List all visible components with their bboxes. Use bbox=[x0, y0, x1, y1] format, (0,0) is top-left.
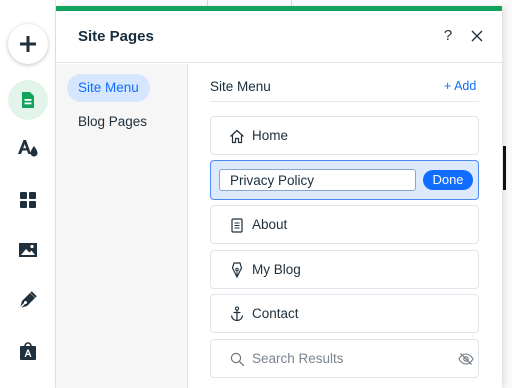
close-icon bbox=[471, 30, 483, 42]
blog-pen-icon bbox=[229, 262, 245, 278]
page-item-my-blog[interactable]: My Blog bbox=[210, 250, 479, 289]
done-button[interactable]: Done bbox=[423, 170, 473, 190]
add-apps-button[interactable] bbox=[8, 180, 48, 220]
hidden-from-menu-icon[interactable] bbox=[458, 352, 474, 366]
page-item-label: My Blog bbox=[252, 262, 301, 277]
store-icon bbox=[19, 341, 37, 361]
panel-header: Site Pages ? bbox=[56, 11, 502, 63]
add-icon bbox=[19, 35, 37, 53]
media-icon bbox=[18, 242, 38, 258]
site-design-button[interactable] bbox=[8, 128, 48, 168]
home-icon bbox=[229, 128, 245, 144]
page-item-about[interactable]: About bbox=[210, 205, 479, 244]
store-button[interactable] bbox=[8, 331, 48, 371]
panel-tabs: Site Menu Blog Pages bbox=[56, 64, 188, 388]
page-item-search-results[interactable]: Search Results bbox=[210, 339, 479, 378]
site-menu-content: Site Menu + Add Home Done About My Blog bbox=[189, 64, 502, 388]
design-icon bbox=[17, 138, 39, 158]
blog-button[interactable] bbox=[8, 280, 48, 320]
rename-page-input[interactable] bbox=[219, 169, 416, 191]
panel-title: Site Pages bbox=[78, 28, 154, 45]
apps-icon bbox=[19, 191, 37, 209]
pages-menu-button[interactable] bbox=[8, 80, 48, 120]
search-icon bbox=[229, 351, 245, 367]
page-icon bbox=[229, 217, 245, 233]
editor-canvas[interactable] bbox=[502, 0, 512, 388]
left-rail bbox=[0, 0, 56, 388]
page-item-home[interactable]: Home bbox=[210, 116, 479, 155]
site-pages-panel: Site Pages ? Site Menu Blog Pages Site M… bbox=[56, 6, 502, 388]
page-item-label: Contact bbox=[252, 306, 299, 321]
page-item-label: About bbox=[252, 217, 288, 232]
anchor-icon bbox=[229, 306, 245, 322]
canvas-element[interactable] bbox=[503, 146, 512, 190]
page-item-privacy-policy[interactable]: Done bbox=[210, 160, 479, 200]
close-button[interactable] bbox=[468, 27, 486, 45]
page-item-contact[interactable]: Contact bbox=[210, 294, 479, 333]
media-button[interactable] bbox=[8, 230, 48, 270]
help-button[interactable]: ? bbox=[440, 27, 456, 45]
add-elements-button[interactable] bbox=[8, 24, 48, 64]
tab-blog-pages[interactable]: Blog Pages bbox=[67, 108, 158, 136]
section-title: Site Menu bbox=[210, 79, 271, 94]
pages-icon bbox=[21, 91, 35, 109]
divider bbox=[210, 101, 479, 102]
tab-site-menu[interactable]: Site Menu bbox=[67, 74, 150, 102]
page-item-label: Home bbox=[252, 128, 289, 143]
blog-icon bbox=[18, 290, 38, 310]
add-page-button[interactable]: + Add bbox=[444, 79, 476, 93]
page-item-label: Search Results bbox=[252, 351, 344, 366]
